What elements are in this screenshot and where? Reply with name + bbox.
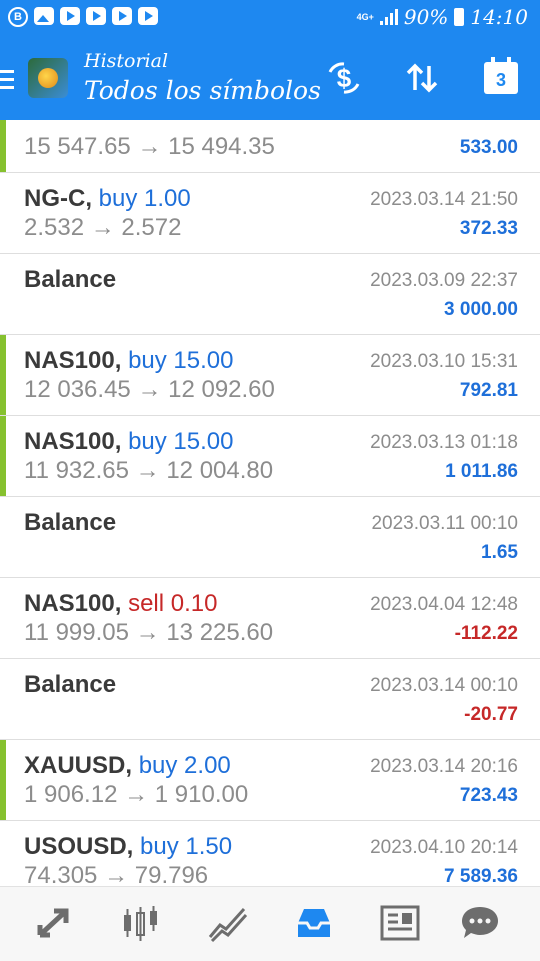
price-range: 1 906.12 → 1 910.00 — [24, 781, 249, 808]
trade-arrows-icon[interactable] — [32, 903, 76, 943]
deal-profit: -20.77 — [464, 704, 518, 725]
page-title: Historial — [84, 50, 169, 72]
deal-action: buy 15.00 — [128, 428, 234, 455]
app-logo[interactable] — [28, 58, 68, 98]
balance-row[interactable]: Balance 2023.03.14 00:10 -20.77 — [0, 659, 540, 740]
symbol-label: Balance — [24, 671, 117, 698]
deal-profit: 723.43 — [459, 785, 518, 806]
deal-action: buy 1.50 — [140, 833, 233, 860]
deal-title: XAUUSD, buy 2.00 — [24, 752, 231, 780]
history-list[interactable]: 15 547.65 → 15 494.35 533.00 NG-C, buy 1.0… — [0, 120, 540, 886]
deal-row[interactable]: USOUSD, buy 1.50 74.305 → 79.796 2023.04.1… — [0, 821, 540, 886]
deal-title: Balance — [24, 671, 116, 699]
youtube-icon — [60, 7, 80, 25]
balance-row[interactable]: Balance 2023.03.11 00:10 1.65 — [0, 497, 540, 578]
deal-datetime: 2023.03.14 21:50 — [370, 189, 518, 210]
symbol-label: Balance — [24, 509, 117, 536]
deal-datetime: 2023.04.04 12:48 — [370, 594, 518, 615]
sort-icon[interactable] — [402, 58, 442, 98]
deal-profit: 372.33 — [459, 218, 518, 239]
price-range: 11 999.05 → 13 225.60 — [24, 619, 274, 646]
deal-row[interactable]: NG-C, buy 1.00 2.532 → 2.572 2023.03.14 21… — [0, 173, 540, 254]
symbol-label: NG-C, — [24, 185, 99, 212]
deal-title: NAS100, sell 0.10 — [24, 590, 217, 618]
deal-title: USOUSD, buy 1.50 — [24, 833, 232, 861]
battery-percent: 90% — [403, 5, 449, 29]
deal-row[interactable]: NAS100, buy 15.00 12 036.45 → 12 092.60 20… — [0, 335, 540, 416]
status-bar: B 4G+ 90% 14:10 — [0, 0, 540, 36]
deal-action: buy 1.00 — [98, 185, 191, 212]
signal-icon — [379, 9, 398, 25]
deal-datetime: 2023.03.14 00:10 — [370, 675, 518, 696]
b-app-icon: B — [8, 7, 28, 27]
deal-profit: 1.65 — [481, 542, 518, 563]
chat-icon[interactable] — [458, 903, 502, 943]
deal-datetime: 2023.04.10 20:14 — [370, 837, 518, 858]
svg-text:$: $ — [337, 63, 352, 93]
symbol-label: Balance — [24, 266, 117, 293]
youtube-icon — [112, 7, 132, 25]
clock: 14:10 — [470, 5, 528, 29]
price-range: 2.532 → 2.572 — [24, 214, 182, 241]
bottom-navigation — [0, 886, 540, 961]
deal-datetime: 2023.03.11 00:10 — [371, 513, 518, 534]
deal-profit: 7 589.36 — [444, 866, 518, 886]
symbol-label: NAS100, — [24, 590, 129, 617]
deal-profit: 533.00 — [459, 137, 518, 158]
deal-datetime: 2023.03.13 01:18 — [370, 432, 518, 453]
deal-title: NAS100, buy 15.00 — [24, 347, 233, 375]
news-icon[interactable] — [378, 903, 422, 943]
history-inbox-icon[interactable] — [292, 903, 336, 943]
deal-datetime: 2023.03.14 20:16 — [370, 756, 518, 777]
deal-row[interactable]: XAUUSD, buy 2.00 1 906.12 → 1 910.00 2023.… — [0, 740, 540, 821]
symbol-label: NAS100, — [24, 428, 129, 455]
deal-profit: 1 011.86 — [445, 461, 518, 482]
symbol-filter[interactable]: Todos los símbolos — [84, 76, 321, 105]
menu-icon[interactable] — [0, 70, 14, 89]
symbol-label: NAS100, — [24, 347, 129, 374]
youtube-icon — [138, 7, 158, 25]
price-range: 12 036.45 → 12 092.60 — [24, 376, 275, 403]
deal-row[interactable]: 15 547.65 → 15 494.35 533.00 — [0, 120, 540, 173]
deal-profit: 792.81 — [459, 380, 518, 401]
price-range: 74.305 → 79.796 — [24, 862, 209, 886]
deal-action: buy 2.00 — [138, 752, 231, 779]
network-type: 4G+ — [356, 11, 374, 22]
price-range: 11 932.65 → 12 004.80 — [24, 457, 274, 484]
candles-icon[interactable] — [118, 903, 162, 943]
price-range: 15 547.65 → 15 494.35 — [24, 133, 275, 160]
currency-exchange-icon[interactable]: $ — [324, 58, 364, 98]
chart-icon[interactable] — [206, 903, 250, 943]
deal-action: sell 0.10 — [128, 590, 218, 617]
deal-title: NG-C, buy 1.00 — [24, 185, 191, 213]
deal-title: NAS100, buy 15.00 — [24, 428, 233, 456]
deal-row[interactable]: NAS100, sell 0.10 11 999.05 → 13 225.60 20… — [0, 578, 540, 659]
youtube-icon — [86, 7, 106, 25]
app-header: Historial Todos los símbolos $ 3 — [0, 36, 540, 120]
symbol-label: XAUUSD, — [24, 752, 139, 779]
deal-title: Balance — [24, 509, 116, 537]
deal-datetime: 2023.03.09 22:37 — [370, 270, 518, 291]
symbol-label: USOUSD, — [24, 833, 141, 860]
deal-action: buy 15.00 — [128, 347, 234, 374]
battery-icon — [454, 8, 465, 26]
deal-title: Balance — [24, 266, 116, 294]
deal-row[interactable]: NAS100, buy 15.00 11 932.65 → 12 004.80 20… — [0, 416, 540, 497]
deal-profit: -112.22 — [454, 623, 518, 644]
notification-icons: B — [8, 7, 158, 27]
deal-datetime: 2023.03.10 15:31 — [370, 351, 518, 372]
calendar-icon[interactable]: 3 — [484, 57, 518, 94]
gallery-icon — [34, 7, 54, 25]
deal-profit: 3 000.00 — [444, 299, 518, 320]
balance-row[interactable]: Balance 2023.03.09 22:37 3 000.00 — [0, 254, 540, 335]
